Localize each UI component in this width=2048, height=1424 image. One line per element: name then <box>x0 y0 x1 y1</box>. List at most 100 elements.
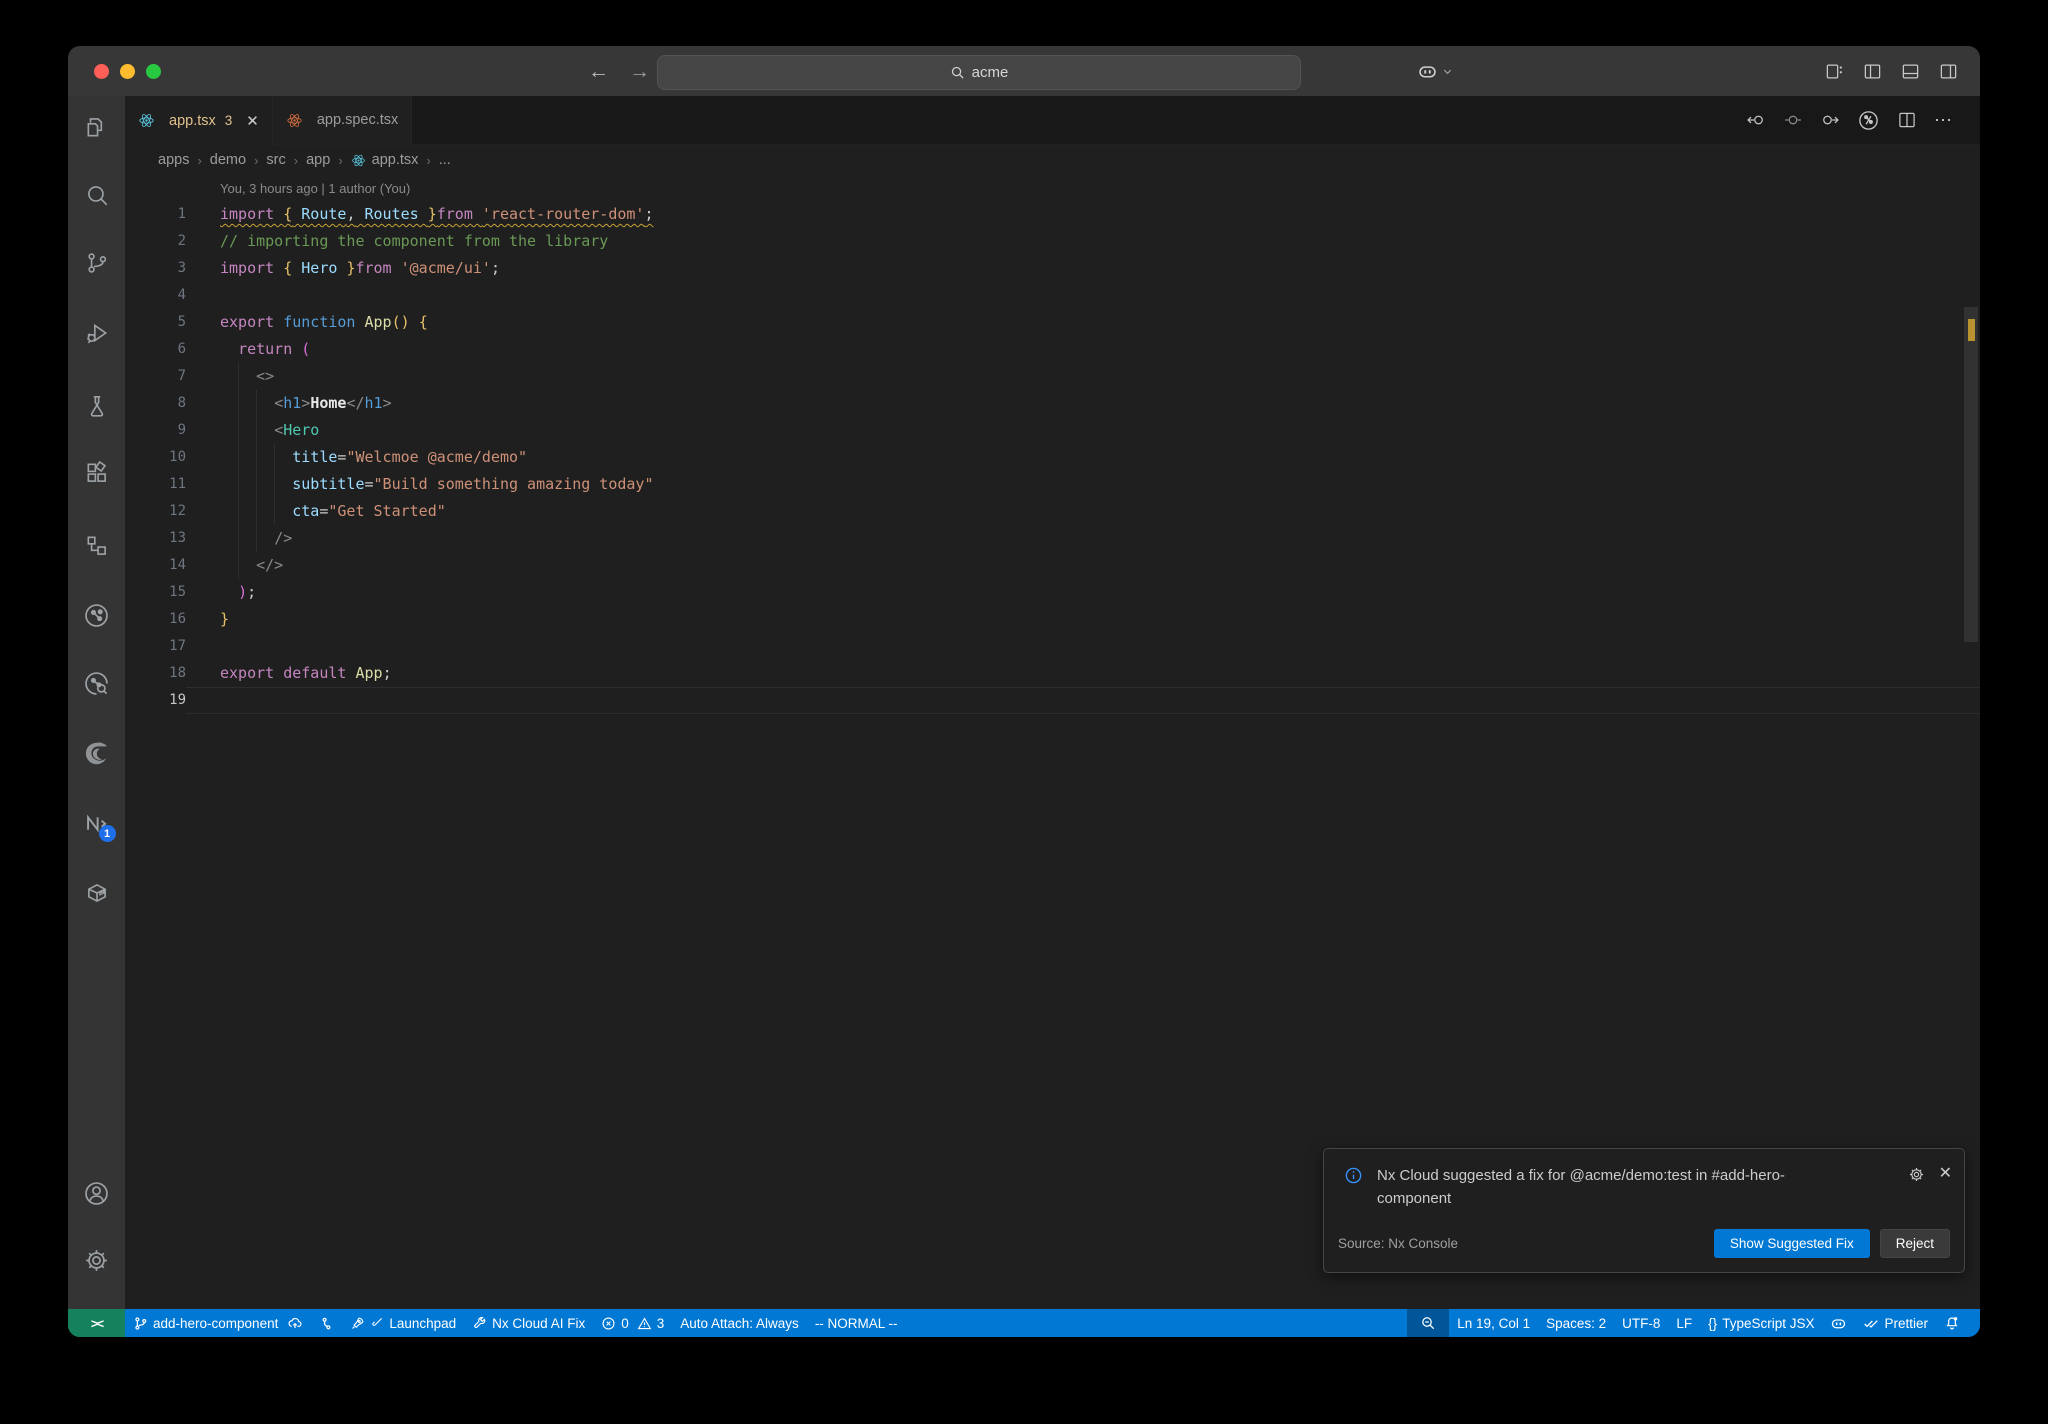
zoom-out-item[interactable] <box>1407 1309 1450 1337</box>
code-line[interactable]: 3 import { Hero }from '@acme/ui'; <box>125 255 1980 282</box>
type-hierarchy-icon[interactable] <box>83 532 111 560</box>
line-number: 15 <box>169 584 186 600</box>
scrollbar-thumb[interactable] <box>1964 307 1978 642</box>
edge-browser-icon[interactable] <box>83 739 111 767</box>
split-editor-icon[interactable] <box>1897 110 1917 130</box>
tab-problems-badge: 3 <box>224 113 233 128</box>
tab-app-tsx[interactable]: app.tsx 3 ✕ <box>125 96 273 145</box>
code-line[interactable]: 19 <box>125 687 1980 714</box>
eol-item[interactable]: LF <box>1668 1309 1700 1337</box>
testing-icon[interactable] <box>83 392 111 420</box>
next-change-icon[interactable] <box>1820 110 1840 130</box>
breadcrumb-overflow[interactable]: ... <box>439 152 451 168</box>
code-line[interactable]: 15 ); <box>125 579 1980 606</box>
remote-indicator[interactable]: >< <box>68 1309 125 1337</box>
git-graph-item[interactable] <box>311 1309 342 1337</box>
toggle-panel-icon[interactable] <box>1901 62 1920 81</box>
code-line[interactable]: 13 /> <box>125 525 1980 552</box>
code-line[interactable]: 6 return ( <box>125 336 1980 363</box>
zoom-window-button[interactable] <box>146 63 161 79</box>
code-line[interactable]: 9 <Hero <box>125 417 1980 444</box>
search-icon[interactable] <box>83 181 111 209</box>
copilot-status-item[interactable] <box>1822 1309 1855 1337</box>
remote-icon: >< <box>90 1315 104 1331</box>
code-line[interactable]: 12 cta="Get Started" <box>125 498 1980 525</box>
code-line[interactable]: 18 export default App; <box>125 660 1980 687</box>
auto-attach-label: Auto Attach: Always <box>680 1315 799 1331</box>
notification-close-icon[interactable]: ✕ <box>1939 1166 1952 1182</box>
extensions-icon[interactable] <box>83 459 111 487</box>
indent-guide <box>256 390 257 552</box>
explorer-icon[interactable] <box>83 113 111 141</box>
language-mode-item[interactable]: {} TypeScript JSX <box>1700 1309 1822 1337</box>
nx-console-badge: 1 <box>98 825 116 842</box>
nx-graph-icon[interactable] <box>83 601 111 629</box>
formatter-label: Prettier <box>1884 1315 1928 1331</box>
breadcrumb-item[interactable]: src <box>266 152 285 168</box>
code-editor[interactable]: You, 3 hours ago | 1 author (You) 1 impor… <box>125 175 1980 1309</box>
code-line[interactable]: 17 <box>125 633 1980 660</box>
launchpad-item[interactable]: Launchpad <box>342 1309 464 1337</box>
source-control-icon[interactable] <box>83 249 111 277</box>
close-tab-icon[interactable]: ✕ <box>246 112 259 130</box>
nx-cloud-fix-item[interactable]: Nx Cloud AI Fix <box>464 1309 593 1337</box>
compare-change-icon[interactable] <box>1783 110 1803 130</box>
code-content: // importing the component from the libr… <box>220 232 609 250</box>
indentation-item[interactable]: Spaces: 2 <box>1538 1309 1614 1337</box>
notification-settings-gear-icon[interactable] <box>1908 1166 1925 1183</box>
notification-source: Source: Nx Console <box>1338 1235 1459 1251</box>
auto-attach-item[interactable]: Auto Attach: Always <box>672 1309 807 1337</box>
toggle-secondary-sidebar-icon[interactable] <box>1939 62 1958 81</box>
nx-graph-search-icon[interactable] <box>83 669 111 697</box>
show-suggested-fix-button[interactable]: Show Suggested Fix <box>1713 1228 1870 1258</box>
nx-console-icon[interactable]: 1 <box>83 809 116 842</box>
toggle-primary-sidebar-icon[interactable] <box>1863 62 1882 81</box>
previous-change-icon[interactable] <box>1746 110 1766 130</box>
code-line[interactable]: 7 <> <box>125 363 1980 390</box>
chevron-down-icon[interactable] <box>1442 66 1453 77</box>
run-target-icon[interactable] <box>1857 109 1880 132</box>
minimize-window-button[interactable] <box>120 63 135 79</box>
errors-count: 0 <box>621 1315 629 1331</box>
vim-mode-item[interactable]: -- NORMAL -- <box>807 1309 906 1337</box>
tab-app-spec-tsx[interactable]: app.spec.tsx <box>272 96 413 144</box>
git-branch-item[interactable]: add-hero-component <box>125 1309 311 1337</box>
more-actions-icon[interactable]: ⋯ <box>1934 110 1954 131</box>
line-number: 7 <box>177 368 186 384</box>
encoding-item[interactable]: UTF-8 <box>1614 1309 1668 1337</box>
breadcrumb-item[interactable]: demo <box>210 152 246 168</box>
code-line[interactable]: 8 <h1>Home</h1> <box>125 390 1980 417</box>
run-debug-icon[interactable] <box>83 319 111 347</box>
cursor-position-item[interactable]: Ln 19, Col 1 <box>1449 1309 1538 1337</box>
navigate-forward-icon[interactable]: → <box>629 61 650 82</box>
code-line[interactable]: 11 subtitle="Build something amazing tod… <box>125 471 1980 498</box>
code-line[interactable]: 4 <box>125 282 1980 309</box>
code-line[interactable]: 10 title="Welcmoe @acme/demo" <box>125 444 1980 471</box>
code-line[interactable]: 16} <box>125 606 1980 633</box>
close-window-button[interactable] <box>94 63 109 79</box>
command-center-search[interactable]: acme <box>657 55 1301 90</box>
formatter-item[interactable]: Prettier <box>1855 1309 1936 1337</box>
code-content: cta="Get Started" <box>292 502 446 520</box>
copilot-icon <box>1830 1315 1847 1332</box>
code-line[interactable]: 5 export function App() { <box>125 309 1980 336</box>
problems-item[interactable]: 0 3 <box>593 1309 672 1337</box>
code-content: </> <box>256 556 284 574</box>
package-icon[interactable] <box>83 879 111 907</box>
code-line[interactable]: 14 </> <box>125 552 1980 579</box>
code-line[interactable]: 2 // importing the component from the lib… <box>125 228 1980 255</box>
navigate-back-icon[interactable]: ← <box>588 61 609 82</box>
copilot-icon[interactable] <box>1417 61 1438 82</box>
code-line[interactable]: 1 import { Route, Routes }from 'react-rou… <box>125 201 1980 228</box>
breadcrumb-item[interactable]: app <box>306 152 330 168</box>
reject-button[interactable]: Reject <box>1879 1228 1950 1258</box>
code-content: /> <box>274 529 293 547</box>
breadcrumb-item[interactable]: apps <box>158 152 189 168</box>
customize-layout-icon[interactable] <box>1825 62 1844 81</box>
launchpad-label: Launchpad <box>389 1315 457 1331</box>
notifications-bell-item[interactable] <box>1936 1309 1980 1337</box>
breadcrumb-item[interactable]: app.tsx <box>372 152 419 168</box>
accounts-icon[interactable] <box>83 1179 111 1207</box>
react-icon <box>138 112 155 129</box>
settings-gear-icon[interactable] <box>83 1246 111 1274</box>
